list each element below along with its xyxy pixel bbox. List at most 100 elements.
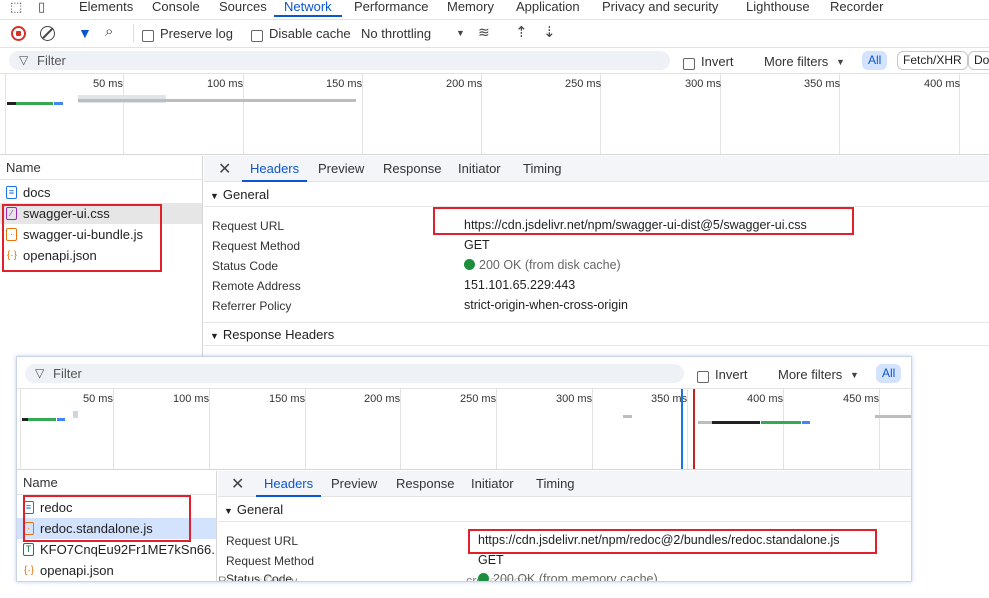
script-icon: · <box>23 522 34 535</box>
device-toolbar-icon[interactable]: ▯ <box>38 0 45 14</box>
import-har-icon[interactable]: ⇡ <box>515 23 528 41</box>
tab-headers[interactable]: Headers <box>241 161 308 182</box>
tab-lighthouse[interactable]: Lighthouse <box>746 0 810 17</box>
tab-preview[interactable]: Preview <box>318 161 364 176</box>
tab-privacy-security[interactable]: Privacy and security <box>602 0 718 17</box>
list-item[interactable]: T KFO7CnqEu92Fr1ME7kSn66... <box>17 539 216 560</box>
list-item[interactable]: ∕ swagger-ui.css <box>0 203 202 224</box>
list-item[interactable]: {·} openapi.json <box>17 560 216 581</box>
timeline-bar <box>28 418 56 421</box>
request-name: docs <box>23 185 51 200</box>
tab-memory[interactable]: Memory <box>447 0 494 17</box>
disable-cache-label: Disable cache <box>269 26 351 41</box>
filter-all-button[interactable]: All <box>862 51 888 70</box>
tick-label: 150 ms <box>269 393 306 405</box>
tab-response[interactable]: Response <box>383 161 442 176</box>
list-item[interactable]: · swagger-ui-bundle.js <box>0 224 202 245</box>
general-section-header[interactable]: ▼ General <box>204 183 989 207</box>
disable-cache-checkbox[interactable] <box>251 27 263 42</box>
inspect-element-icon[interactable]: ⬚ <box>10 0 22 14</box>
search-icon[interactable]: ⌕ <box>105 23 113 40</box>
list-item[interactable]: · redoc.standalone.js <box>17 518 216 539</box>
timeline-bar <box>73 411 78 418</box>
export-har-icon[interactable]: ⇣ <box>543 23 556 41</box>
chevron-down-icon: ▼ <box>850 370 859 380</box>
list-item[interactable]: {·} openapi.json <box>0 245 202 266</box>
filter-input[interactable]: ▽ Filter <box>9 51 670 70</box>
invert-checkbox[interactable] <box>683 55 695 70</box>
more-filters-button[interactable]: More filters <box>764 54 828 69</box>
filter-bar: ▽ Filter Invert More filters ▼ All Fetch… <box>0 47 989 73</box>
request-list: Name ≡ docs ∕ swagger-ui.css · swagger-u… <box>0 156 203 356</box>
close-icon[interactable]: ✕ <box>218 159 231 179</box>
request-name: redoc.standalone.js <box>40 521 153 536</box>
script-icon: · <box>6 228 17 241</box>
inset-redoc-screenshot: ▽ Filter Invert More filters ▼ All 50 ms… <box>16 356 912 582</box>
close-icon[interactable]: ✕ <box>231 474 244 494</box>
tab-timing[interactable]: Timing <box>536 476 575 491</box>
waterfall-overview[interactable]: 50 ms 100 ms 150 ms 200 ms 250 ms 300 ms… <box>17 388 911 470</box>
tick-label: 50 ms <box>83 393 113 405</box>
waterfall-overview[interactable]: 50 ms 100 ms 150 ms 200 ms 250 ms 300 ms… <box>0 73 989 155</box>
request-method-key: Request Method <box>226 554 315 568</box>
tab-preview[interactable]: Preview <box>331 476 377 491</box>
tab-application[interactable]: Application <box>516 0 580 17</box>
dom-content-loaded-marker <box>681 389 683 469</box>
timeline-gridline <box>123 74 124 154</box>
document-icon: ≡ <box>23 501 34 514</box>
list-item[interactable]: ≡ redoc <box>17 497 216 518</box>
name-column-header[interactable]: Name <box>0 156 202 180</box>
name-column-header[interactable]: Name <box>17 471 216 495</box>
status-code-value: 200 OK (from memory cache) <box>478 572 658 581</box>
request-list: Name ≡ redoc · redoc.standalone.js T KFO… <box>17 471 217 581</box>
invert-checkbox[interactable] <box>697 368 709 383</box>
throttling-select[interactable]: No throttling <box>361 26 431 41</box>
tab-sources[interactable]: Sources <box>219 0 267 17</box>
tab-headers[interactable]: Headers <box>255 476 322 497</box>
network-conditions-icon[interactable]: ≋ <box>478 24 490 41</box>
remote-address-key: Remote Address <box>212 279 301 293</box>
more-filters-button[interactable]: More filters <box>778 367 842 382</box>
devtools-tab-bar: ⬚ ▯ Elements Console Sources Network Per… <box>0 0 989 18</box>
tab-initiator[interactable]: Initiator <box>458 161 501 176</box>
chevron-down-icon[interactable]: ▼ <box>456 28 465 38</box>
clear-icon[interactable] <box>40 26 55 41</box>
filter-fetch-xhr-button[interactable]: Fetch/XHR <box>897 51 968 70</box>
tick-label: 400 ms <box>747 393 784 405</box>
filter-doc-button[interactable]: Doc <box>968 51 989 70</box>
tick-label: 200 ms <box>364 393 401 405</box>
filter-all-button[interactable]: All <box>876 364 902 383</box>
tab-network[interactable]: Network <box>274 0 342 17</box>
filter-funnel-icon: ▽ <box>19 53 29 67</box>
timeline-bar <box>78 99 356 102</box>
filter-funnel-icon: ▽ <box>35 366 45 380</box>
timeline-gridline <box>20 389 21 469</box>
tab-response[interactable]: Response <box>396 476 455 491</box>
stop-recording-icon[interactable] <box>11 26 26 41</box>
tab-elements[interactable]: Elements <box>79 0 133 17</box>
timeline-bar <box>802 421 810 424</box>
request-name: swagger-ui.css <box>23 206 110 221</box>
preserve-log-checkbox[interactable] <box>142 27 154 42</box>
general-section-header[interactable]: ▼ General <box>218 498 911 522</box>
tab-performance[interactable]: Performance <box>354 0 428 17</box>
tick-label: 250 ms <box>460 393 497 405</box>
response-headers-section-header[interactable]: ▼ Response Headers <box>204 322 989 346</box>
timeline-gridline <box>243 74 244 154</box>
filter-input[interactable]: ▽ Filter <box>25 364 684 383</box>
timeline-gridline <box>400 389 401 469</box>
timeline-gridline <box>879 389 880 469</box>
tick-label: 100 ms <box>173 393 210 405</box>
tab-initiator[interactable]: Initiator <box>471 476 514 491</box>
request-name: openapi.json <box>23 248 97 263</box>
list-item[interactable]: ≡ docs <box>0 182 202 203</box>
section-title: General <box>222 187 270 202</box>
request-url-value: https://cdn.jsdelivr.net/npm/redoc@2/bun… <box>478 533 840 547</box>
load-event-marker <box>693 389 695 469</box>
tab-console[interactable]: Console <box>152 0 200 17</box>
filter-funnel-icon[interactable]: ▼ <box>78 25 92 41</box>
preserve-log-label: Preserve log <box>160 26 233 41</box>
tab-timing[interactable]: Timing <box>523 161 562 176</box>
status-code-key: Status Code <box>212 259 279 273</box>
tab-recorder[interactable]: Recorder <box>830 0 883 17</box>
